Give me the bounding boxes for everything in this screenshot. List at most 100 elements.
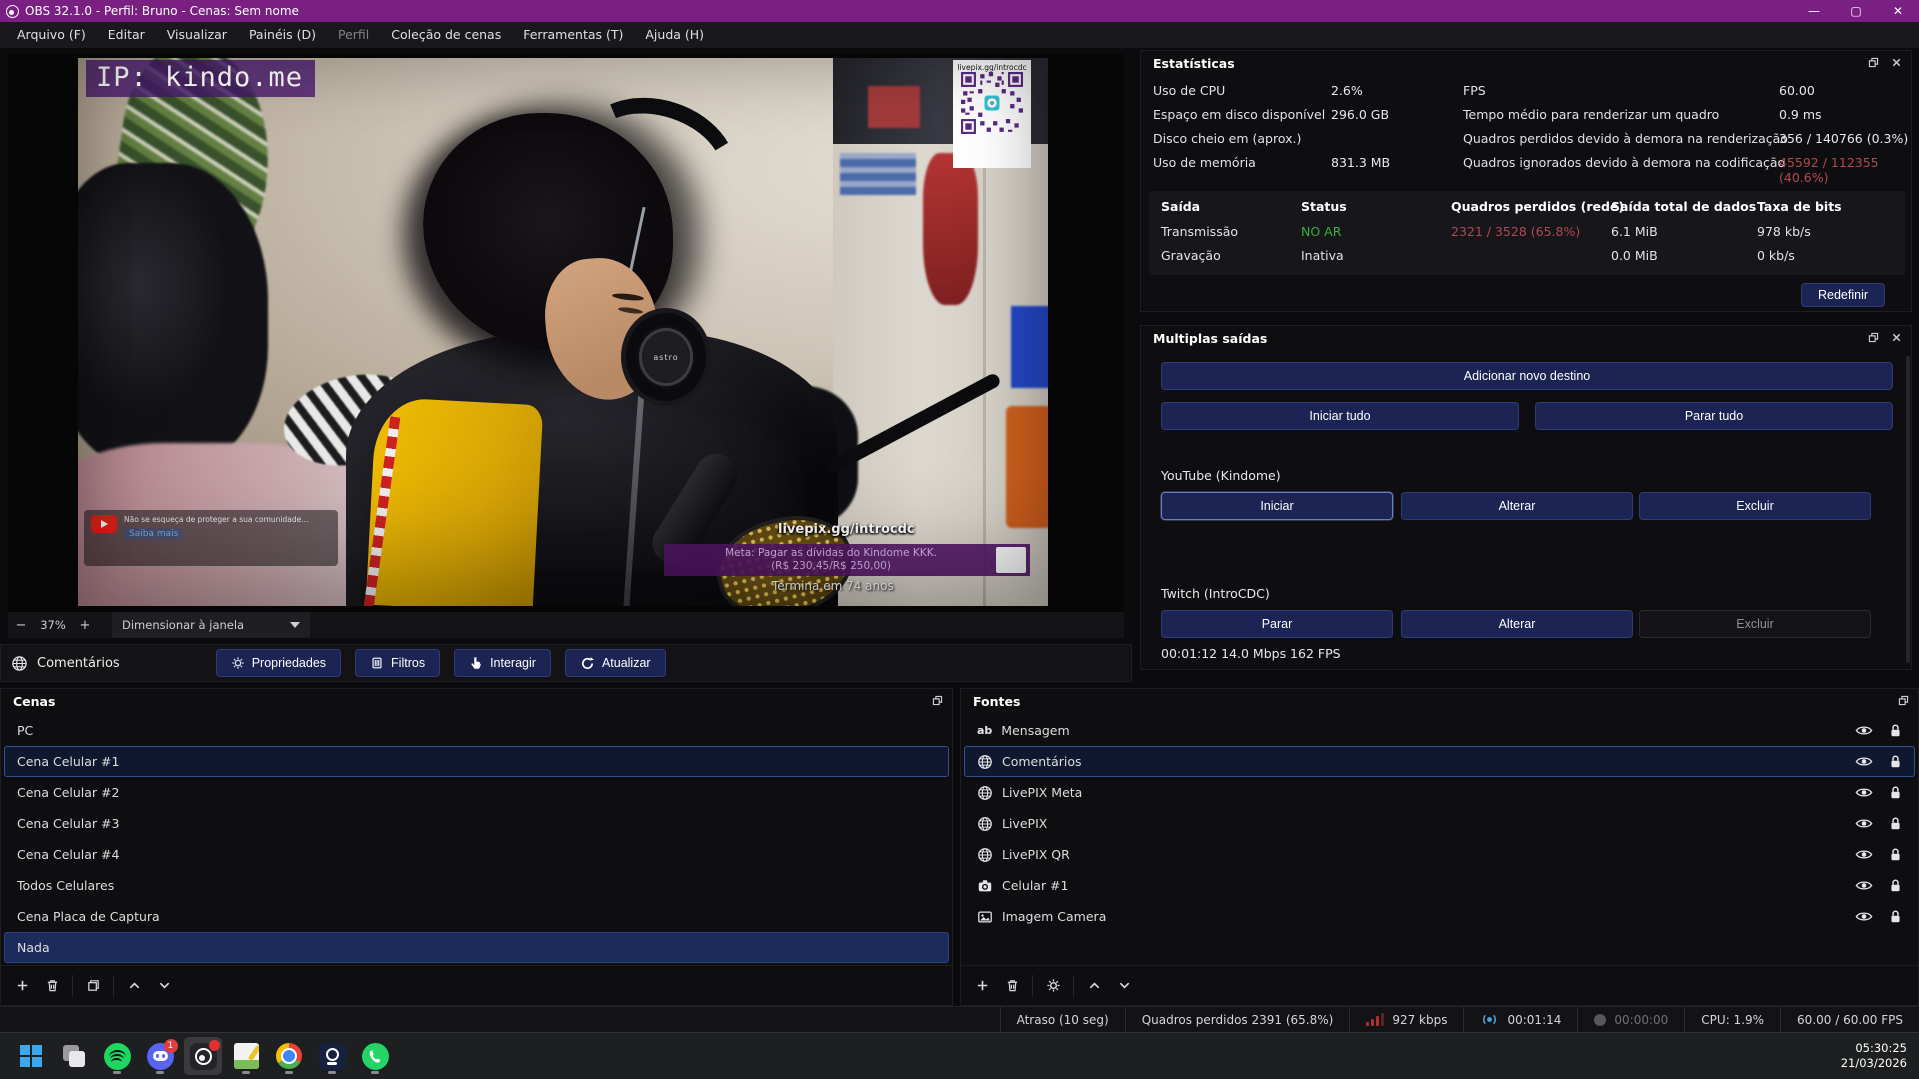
lock-icon[interactable] [1889, 878, 1902, 893]
eye-icon[interactable] [1855, 755, 1873, 768]
browser-source-icon [977, 816, 993, 832]
lock-icon[interactable] [1889, 909, 1902, 924]
zoom-level: 37% [34, 618, 72, 632]
source-item-livepix-meta[interactable]: LivePIX Meta [964, 777, 1915, 808]
menu-colecao-de-cenas[interactable]: Coleção de cenas [380, 22, 512, 48]
eye-icon[interactable] [1855, 786, 1873, 799]
youtube-delete-button[interactable]: Excluir [1639, 492, 1871, 520]
close-panel-icon[interactable] [1890, 56, 1903, 69]
stat-label: Uso de CPU [1153, 83, 1225, 103]
phone-icon [367, 1048, 384, 1065]
fit-to-window-dropdown[interactable]: Dimensionar à janela [112, 612, 310, 638]
popout-icon[interactable] [1867, 56, 1880, 69]
twitch-stop-button[interactable]: Parar [1161, 610, 1393, 638]
move-source-down-button[interactable] [1109, 973, 1139, 999]
eye-icon[interactable] [1855, 910, 1873, 923]
zoom-in-button[interactable]: + [72, 618, 98, 633]
stat-label: Disco cheio em (aprox.) [1153, 131, 1301, 151]
start-all-button[interactable]: Iniciar tudo [1161, 402, 1519, 430]
bitrate-value: 978 kb/s [1757, 224, 1811, 239]
source-item-mensagem[interactable]: ab Mensagem [964, 715, 1915, 746]
eye-icon[interactable] [1855, 817, 1873, 830]
popout-icon[interactable] [1867, 331, 1880, 344]
menu-visualizar[interactable]: Visualizar [156, 22, 238, 48]
remove-source-button[interactable] [997, 973, 1027, 999]
scene-item-cena-placa-de-captura[interactable]: Cena Placa de Captura [4, 901, 949, 932]
taskbar-clock[interactable]: 05:30:25 21/03/2026 [1841, 1041, 1907, 1071]
filters-button[interactable]: Filtros [355, 649, 440, 677]
source-item-imagem-camera[interactable]: Imagem Camera [964, 901, 1915, 932]
remove-scene-button[interactable] [37, 973, 67, 999]
popout-icon[interactable] [931, 694, 944, 707]
add-source-button[interactable] [967, 973, 997, 999]
properties-button[interactable]: Propriedades [216, 649, 341, 677]
lock-icon[interactable] [1889, 816, 1902, 831]
hanging-jacket [78, 163, 268, 468]
maximize-button[interactable]: ▢ [1835, 0, 1877, 22]
scene-item-cena-celular-1[interactable]: Cena Celular #1 [4, 746, 949, 777]
taskbar-whatsapp[interactable] [356, 1037, 394, 1075]
taskbar-obs-active[interactable] [184, 1037, 222, 1075]
source-properties-button[interactable] [1038, 973, 1068, 999]
menu-arquivo[interactable]: Arquivo (F) [6, 22, 97, 48]
menu-perfil[interactable]: Perfil [327, 22, 380, 48]
source-item-celular-1[interactable]: Celular #1 [964, 870, 1915, 901]
scene-item-cena-celular-3[interactable]: Cena Celular #3 [4, 808, 949, 839]
close-panel-icon[interactable] [1890, 331, 1903, 344]
source-item-comentarios[interactable]: Comentários [964, 746, 1915, 777]
lock-icon[interactable] [1889, 785, 1902, 800]
menu-ferramentas[interactable]: Ferramentas (T) [512, 22, 634, 48]
lock-icon[interactable] [1889, 754, 1902, 769]
refresh-button[interactable]: Atualizar [565, 649, 666, 677]
popout-icon[interactable] [1897, 694, 1910, 707]
fps-status: 60.00 / 60.00 FPS [1780, 1007, 1919, 1032]
scene-item-cena-celular-2[interactable]: Cena Celular #2 [4, 777, 949, 808]
lock-icon[interactable] [1889, 723, 1902, 738]
video-preview[interactable]: astro IP: kindo.me livepix.gg/introcdc [78, 58, 1048, 606]
youtube-start-button[interactable]: Iniciar [1161, 492, 1393, 520]
scene-item-cena-celular-4[interactable]: Cena Celular #4 [4, 839, 949, 870]
move-scene-down-button[interactable] [149, 973, 179, 999]
camera-source-icon [977, 878, 993, 894]
sources-list: ab Mensagem Comentários LivePIX Meta [964, 715, 1915, 932]
twitch-edit-button[interactable]: Alterar [1401, 610, 1633, 638]
taskbar-chrome[interactable] [270, 1037, 308, 1075]
lock-icon[interactable] [1889, 847, 1902, 862]
ad-card-link: Saiba mais [124, 528, 183, 540]
source-item-livepix-qr[interactable]: LivePIX QR [964, 839, 1915, 870]
menu-paineis[interactable]: Painéis (D) [238, 22, 327, 48]
twitch-delete-button[interactable]: Excluir [1639, 610, 1871, 638]
move-source-up-button[interactable] [1079, 973, 1109, 999]
zoom-out-button[interactable]: − [8, 618, 34, 633]
taskbar-camera-app[interactable] [313, 1037, 351, 1075]
minimize-button[interactable]: — [1793, 0, 1835, 22]
duplicate-scene-button[interactable] [78, 973, 108, 999]
menu-editar[interactable]: Editar [97, 22, 156, 48]
scene-item-todos-celulares[interactable]: Todos Celulares [4, 870, 949, 901]
eye-icon[interactable] [1855, 724, 1873, 737]
eye-icon[interactable] [1855, 848, 1873, 861]
start-button[interactable] [12, 1037, 50, 1075]
stat-value: 2.6% [1331, 83, 1363, 98]
scene-item-nada[interactable]: Nada [4, 932, 949, 963]
task-view-button[interactable] [55, 1037, 93, 1075]
scene-item-pc[interactable]: PC [4, 715, 949, 746]
source-item-livepix[interactable]: LivePIX [964, 808, 1915, 839]
taskbar-notepad[interactable] [227, 1037, 265, 1075]
panel-scrollbar[interactable] [1906, 356, 1910, 663]
add-scene-button[interactable] [7, 973, 37, 999]
stop-all-button[interactable]: Parar tudo [1535, 402, 1893, 430]
duplicate-icon [86, 978, 101, 993]
taskbar-spotify[interactable] [98, 1037, 136, 1075]
add-destination-button[interactable]: Adicionar novo destino [1161, 362, 1893, 390]
goal-line1: Meta: Pagar as dívidas do Kindome KKK. [672, 547, 990, 560]
taskbar-discord[interactable]: 1 [141, 1037, 179, 1075]
interact-button[interactable]: Interagir [454, 649, 551, 677]
bitrate-status: 927 kbps [1349, 1007, 1463, 1032]
reset-stats-button[interactable]: Redefinir [1801, 283, 1885, 307]
youtube-edit-button[interactable]: Alterar [1401, 492, 1633, 520]
eye-icon[interactable] [1855, 879, 1873, 892]
menu-ajuda[interactable]: Ajuda (H) [634, 22, 715, 48]
close-button[interactable]: ✕ [1877, 0, 1919, 22]
move-scene-up-button[interactable] [119, 973, 149, 999]
